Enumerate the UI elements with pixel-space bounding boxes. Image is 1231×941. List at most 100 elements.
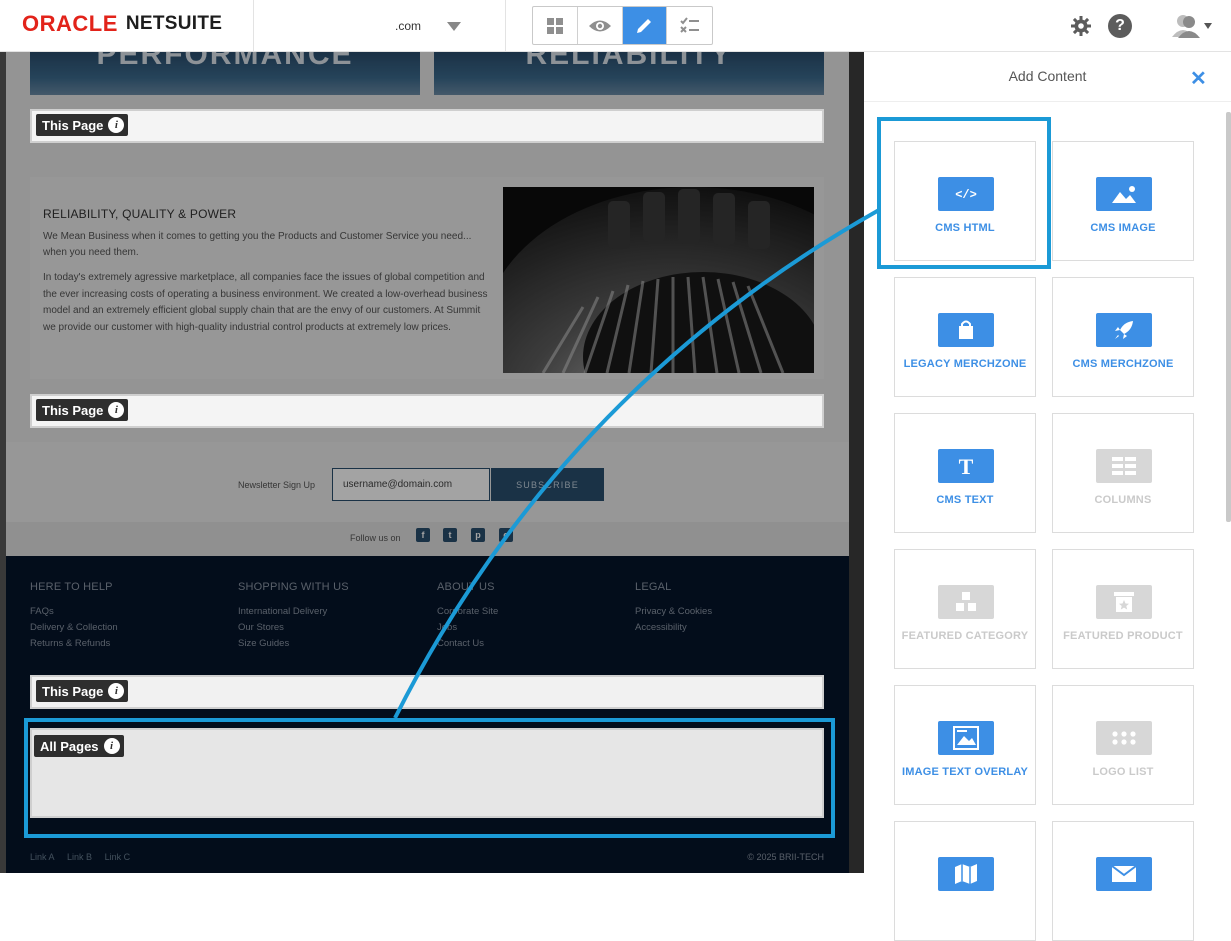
info-icon[interactable]: i (108, 117, 125, 133)
tile-label: FEATURED PRODUCT (1063, 630, 1183, 642)
copyright: © 2025 BRII-TECH (747, 852, 824, 862)
panel-header: Add Content ✕ (864, 52, 1231, 102)
footer-link[interactable]: Link C (105, 852, 131, 862)
user-icon (1172, 15, 1200, 38)
social-bar: Follow us on f t p o (6, 522, 849, 556)
drop-zone-this-page[interactable]: This Page i (30, 675, 824, 709)
info-icon[interactable]: i (108, 683, 125, 699)
follow-label: Follow us on (350, 533, 401, 543)
footer-link[interactable]: Delivery & Collection (30, 620, 118, 636)
footer-link[interactable]: Our Stores (238, 620, 349, 636)
tile-logo-list: LOGO LIST (1052, 685, 1194, 805)
tile-cms-image[interactable]: CMS IMAGE (1052, 141, 1194, 261)
tile-label: CMS IMAGE (1090, 222, 1156, 234)
twitter-icon[interactable]: t (443, 528, 457, 542)
drop-zone-label: This Page i (36, 114, 129, 136)
footer-heading: ABOUT US (437, 581, 495, 593)
instagram-icon[interactable]: o (499, 528, 513, 542)
feature-paragraph: We Mean Business when it comes to gettin… (43, 231, 472, 258)
footer-bottom-links: Link A Link B Link C (30, 852, 140, 862)
envelope-icon (1096, 857, 1152, 891)
tile-label: IMAGE TEXT OVERLAY (901, 766, 1029, 778)
hero-banner-left: PERFORMANCE (30, 52, 420, 95)
panel-scrollbar[interactable] (1226, 112, 1231, 522)
tile-image-text-overlay[interactable]: IMAGE TEXT OVERLAY (894, 685, 1036, 805)
category-icon (938, 585, 994, 619)
logo-oracle-text: ORACLE (22, 11, 118, 36)
footer-column: HERE TO HELP FAQs Delivery & Collection … (30, 581, 118, 652)
footer-link[interactable]: Returns & Refunds (30, 636, 118, 652)
panel-title: Add Content (1008, 68, 1087, 84)
pinterest-icon[interactable]: p (471, 528, 485, 542)
footer-heading: LEGAL (635, 581, 672, 593)
pencil-icon (637, 18, 652, 33)
facebook-icon[interactable]: f (416, 528, 430, 542)
footer-link[interactable]: FAQs (30, 604, 118, 620)
shopping-bag-icon (938, 313, 994, 347)
drop-zone-this-page[interactable]: This Page i (30, 394, 824, 428)
tile-label: CMS MERCHZONE (1072, 358, 1174, 370)
tile-columns: COLUMNS (1052, 413, 1194, 533)
subscribe-button[interactable]: SUBSCRIBE (491, 468, 604, 501)
hero-left-text: PERFORMANCE (96, 52, 354, 71)
mode-review-button[interactable] (667, 7, 712, 44)
newsletter-email-input[interactable]: username@domain.com (332, 468, 490, 501)
divider (505, 0, 506, 52)
footer-link[interactable]: Jobs (437, 620, 498, 636)
chevron-down-icon (1204, 23, 1212, 29)
tile-label: CMS TEXT (936, 494, 994, 506)
footer-link[interactable]: Link B (67, 852, 92, 862)
hero-banner-right: RELIABILITY (434, 52, 824, 95)
tile-label: FEATURED CATEGORY (901, 630, 1029, 642)
mode-preview-button[interactable] (578, 7, 623, 44)
tile-envelope[interactable] (1052, 821, 1194, 941)
site-domain: .com (395, 19, 422, 33)
footer-link[interactable]: Corporate Site (437, 604, 498, 620)
footer-heading: HERE TO HELP (30, 581, 113, 593)
tile-cms-merchzone[interactable]: CMS MERCHZONE (1052, 277, 1194, 397)
user-menu[interactable] (1172, 13, 1212, 39)
mode-edit-button[interactable] (622, 7, 668, 44)
image-overlay-icon (938, 721, 994, 755)
tile-legacy-merchzone[interactable]: LEGACY MERCHZONE (894, 277, 1036, 397)
highlight-box-cms-html (877, 117, 1051, 269)
tile-map[interactable] (894, 821, 1036, 941)
text-icon: T (938, 449, 994, 483)
footer-link[interactable]: Link A (30, 852, 55, 862)
close-icon[interactable]: ✕ (1190, 66, 1207, 91)
canvas-scroll-gutter (849, 52, 864, 873)
top-bar: ORACLE NETSUITE .com ? (0, 0, 1231, 52)
site-selector[interactable]: .com (395, 16, 462, 36)
footer-column: LEGAL Privacy & Cookies Accessibility (635, 581, 712, 636)
rocket-icon (1096, 313, 1152, 347)
footer-heading: SHOPPING WITH US (238, 581, 349, 593)
grid-icon (546, 17, 563, 34)
feature-section: RELIABILITY, QUALITY & POWER We Mean Bus… (30, 177, 824, 379)
newsletter-label: Newsletter Sign Up (238, 480, 316, 490)
dots-grid-icon (1096, 721, 1152, 755)
gear-icon[interactable] (1070, 15, 1092, 42)
footer-link[interactable]: Accessibility (635, 620, 712, 636)
footer-link[interactable]: Size Guides (238, 636, 349, 652)
eye-icon (588, 20, 611, 31)
tile-featured-product: FEATURED PRODUCT (1052, 549, 1194, 669)
footer-link[interactable]: International Delivery (238, 604, 349, 620)
tile-label: LEGACY MERCHZONE (903, 358, 1027, 370)
netsuite-logo[interactable]: ORACLE NETSUITE (22, 11, 222, 36)
drop-zone-label: This Page i (36, 399, 129, 421)
drop-zone-this-page[interactable]: This Page i (30, 109, 824, 143)
footer-link[interactable]: Privacy & Cookies (635, 604, 712, 620)
chevron-down-icon (447, 21, 462, 31)
info-icon[interactable]: i (108, 402, 125, 418)
tile-cms-text[interactable]: T CMS TEXT (894, 413, 1036, 533)
checklist-icon (679, 16, 699, 33)
help-icon[interactable]: ? (1108, 14, 1132, 38)
image-icon (1096, 177, 1152, 211)
gear-photo (503, 187, 814, 373)
tile-label: COLUMNS (1094, 494, 1152, 506)
mode-content-button[interactable] (533, 7, 578, 44)
divider (253, 0, 254, 52)
feature-heading: RELIABILITY, QUALITY & POWER (43, 207, 237, 221)
tile-label: LOGO LIST (1092, 766, 1154, 778)
footer-link[interactable]: Contact Us (437, 636, 498, 652)
